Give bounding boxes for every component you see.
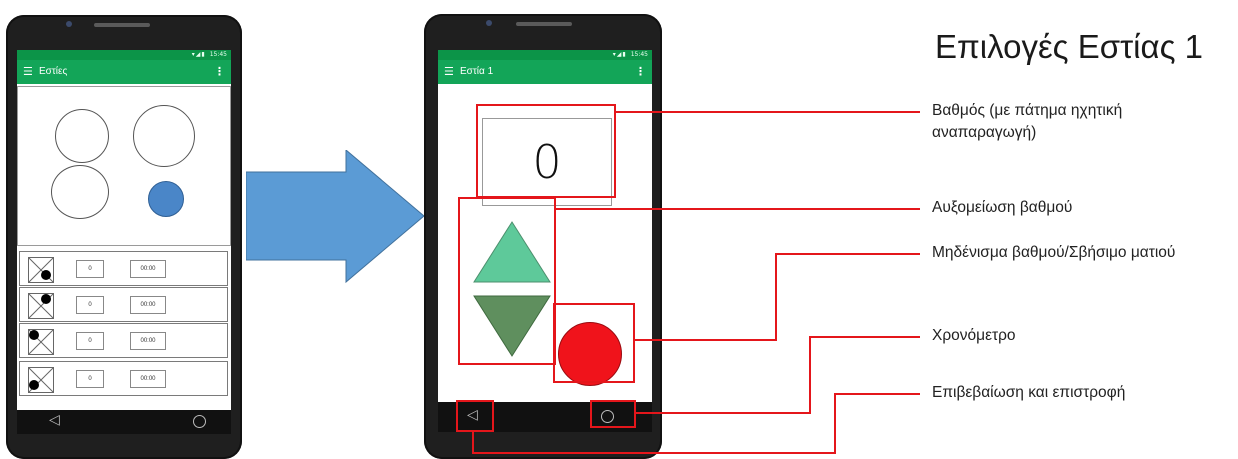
callout-score: Βαθμός (με πάτημα ηχητική αναπαραγωγή) — [932, 102, 1123, 141]
row-time: 00:00 — [130, 332, 166, 350]
page-title: Επιλογές Εστίας 1 — [935, 28, 1203, 65]
list-item[interactable]: 0 00:00 — [19, 323, 228, 358]
callout-timer: Χρονόμετρο — [932, 327, 1016, 344]
image-placeholder-icon — [28, 329, 54, 355]
eye-selection-panel — [17, 86, 231, 246]
connector-line — [834, 393, 920, 395]
phone-speaker — [94, 23, 150, 27]
image-placeholder-icon — [28, 257, 54, 283]
list-item[interactable]: 0 00:00 — [19, 251, 228, 286]
row-time: 00:00 — [130, 370, 166, 388]
app-bar: ☰ Εστίες ⋮ — [17, 60, 231, 84]
more-vert-icon[interactable]: ⋮ — [214, 60, 225, 84]
connector-line — [775, 253, 777, 341]
image-placeholder-icon — [28, 293, 54, 319]
score-highlight — [476, 104, 616, 198]
phone-camera — [66, 21, 72, 27]
arrows-highlight — [458, 197, 556, 365]
eye-dot — [41, 294, 51, 304]
back-highlight — [456, 400, 494, 432]
eye-circle-3[interactable] — [51, 165, 109, 219]
hamburger-icon[interactable]: ☰ — [444, 60, 454, 84]
connector-line — [834, 393, 836, 454]
row-time: 00:00 — [130, 296, 166, 314]
reset-highlight — [553, 303, 635, 383]
connector-line — [809, 336, 811, 414]
connector-line — [472, 452, 836, 454]
left-phone-screen: ▾◢▮ 15:45 ☰ Εστίες ⋮ 0 00:00 0 00:00 0 0… — [17, 50, 231, 410]
eye-dot — [41, 270, 51, 280]
row-score: 0 — [76, 296, 104, 314]
callout-reset: Μηδένισμα βαθμού/Σβήσιμο ματιού — [932, 244, 1176, 261]
signal-icon: ▾◢▮ — [191, 51, 206, 58]
status-bar: ▾◢▮ 15:45 — [17, 50, 231, 60]
hamburger-icon[interactable]: ☰ — [23, 60, 33, 84]
eye-circle-selected[interactable] — [148, 181, 184, 217]
left-phone: ▾◢▮ 15:45 ☰ Εστίες ⋮ 0 00:00 0 00:00 0 0… — [6, 15, 242, 459]
app-bar-title: Εστίες — [39, 66, 68, 77]
connector-line — [554, 208, 920, 210]
image-placeholder-icon — [28, 367, 54, 393]
phone-speaker — [516, 22, 572, 26]
status-time: 15:45 — [630, 51, 648, 58]
row-time: 00:00 — [130, 260, 166, 278]
connector-line — [634, 412, 811, 414]
status-time: 15:45 — [209, 51, 227, 58]
eye-dot — [29, 380, 39, 390]
eye-circle-1[interactable] — [55, 109, 109, 163]
more-vert-icon[interactable]: ⋮ — [635, 60, 646, 84]
phone-camera — [486, 20, 492, 26]
list-item[interactable]: 0 00:00 — [19, 361, 228, 396]
connector-line — [472, 430, 474, 454]
connector-line — [633, 339, 777, 341]
eye-dot — [29, 330, 39, 340]
connector-line — [809, 336, 920, 338]
callout-confirm: Επιβεβαίωση και επιστροφή — [932, 384, 1126, 401]
status-bar: ▾◢▮ 15:45 — [438, 50, 652, 60]
home-highlight — [590, 400, 636, 428]
app-bar: ☰ Εστία 1 ⋮ — [438, 60, 652, 84]
row-score: 0 — [76, 260, 104, 278]
back-triangle-icon[interactable]: ◁ — [49, 411, 60, 428]
nav-bar: ◁ — [17, 410, 231, 434]
callout-adjust: Αυξομείωση βαθμού — [932, 199, 1073, 216]
home-circle-icon[interactable] — [193, 415, 206, 428]
row-score: 0 — [76, 370, 104, 388]
eye-circle-2[interactable] — [133, 105, 195, 167]
signal-icon: ▾◢▮ — [612, 51, 627, 58]
connector-line — [775, 253, 920, 255]
row-score: 0 — [76, 332, 104, 350]
connector-line — [614, 111, 920, 113]
list-item[interactable]: 0 00:00 — [19, 287, 228, 322]
right-arrow-icon — [246, 150, 425, 284]
app-bar-title: Εστία 1 — [460, 66, 494, 77]
